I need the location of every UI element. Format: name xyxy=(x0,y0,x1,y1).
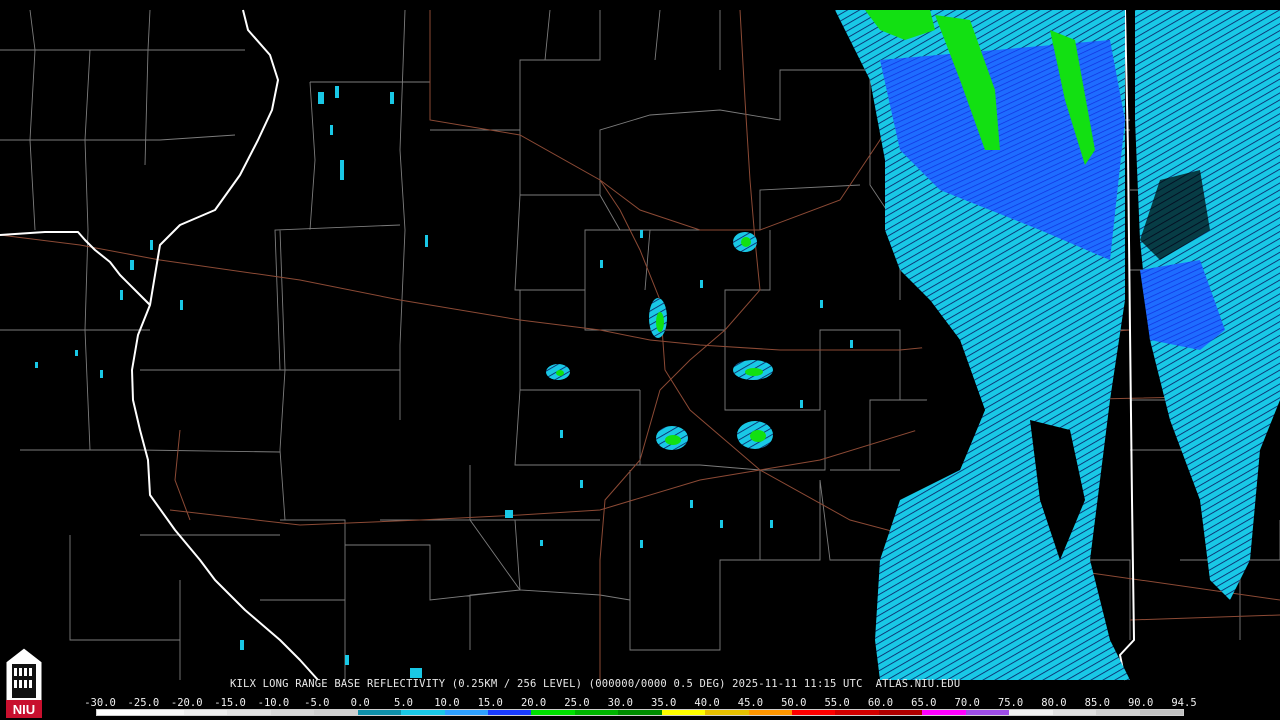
colorbar-label: -30.0 xyxy=(84,697,116,709)
colorbar-label: 45.0 xyxy=(737,697,764,709)
colorbar-label: 94.5 xyxy=(1171,697,1197,709)
colorbar-segment xyxy=(965,710,1010,715)
colorbar-label: 80.0 xyxy=(1041,697,1067,709)
colorbar-segment xyxy=(1096,710,1140,715)
colorbar-segment xyxy=(270,710,315,715)
colorbar-label: 65.0 xyxy=(911,697,937,709)
colorbar-segment xyxy=(97,710,141,715)
colorbar-label: 90.0 xyxy=(1127,697,1154,709)
colorbar-label: 35.0 xyxy=(651,697,677,709)
colorbar-label: 55.0 xyxy=(824,697,850,709)
colorbar-label: 60.0 xyxy=(867,697,894,709)
colorbar-segment xyxy=(574,710,619,715)
colorbar-label: 85.0 xyxy=(1084,697,1110,709)
colorbar-label: 0.0 xyxy=(350,697,370,709)
colorbar-label: 75.0 xyxy=(997,697,1024,709)
precipitation-echoes xyxy=(835,10,1280,680)
colorbar-segment xyxy=(1139,710,1183,715)
radar-map xyxy=(0,9,1280,681)
colorbar-label: 25.0 xyxy=(564,697,590,709)
reflectivity-colorbar xyxy=(96,709,1184,716)
colorbar-label: 10.0 xyxy=(434,697,460,709)
svg-text:NIU: NIU xyxy=(13,702,35,717)
colorbar-segment xyxy=(878,710,923,715)
colorbar-label: 30.0 xyxy=(607,697,633,709)
colorbar-segment xyxy=(792,710,836,715)
colorbar-segment xyxy=(140,710,184,715)
colorbar-segment xyxy=(227,710,271,715)
colorbar-label: 15.0 xyxy=(477,697,503,709)
colorbar-label: 5.0 xyxy=(394,697,413,709)
colorbar-segment xyxy=(618,710,662,715)
colorbar-segment xyxy=(314,710,358,715)
colorbar-segment xyxy=(1052,710,1097,715)
niu-logo: NIU xyxy=(5,647,43,718)
colorbar-segment xyxy=(444,710,488,715)
colorbar-label: 20.0 xyxy=(520,697,547,709)
colorbar-label: -25.0 xyxy=(127,697,160,709)
ground-clutter xyxy=(35,86,853,678)
colorbar-segment xyxy=(661,710,706,715)
colorbar-segment xyxy=(748,710,792,715)
colorbar-labels: -30.0 -25.0 -20.0 -15.0 -10.0 -5.0 0.0 5.0 10.0 1… xyxy=(84,697,1202,709)
colorbar-segment xyxy=(531,710,575,715)
colorbar-label: -10.0 xyxy=(257,697,290,709)
colorbar-label: 40.0 xyxy=(694,697,720,709)
colorbar-segment xyxy=(357,710,402,715)
colorbar-label: -15.0 xyxy=(214,697,246,709)
product-caption: KILX LONG RANGE BASE REFLECTIVITY (0.25K… xyxy=(230,678,961,690)
colorbar-segment xyxy=(487,710,532,715)
colorbar-label: 70.0 xyxy=(954,697,980,709)
colorbar-segment xyxy=(705,710,749,715)
colorbar-segment xyxy=(922,710,966,715)
colorbar-segment xyxy=(1009,710,1053,715)
colorbar-label: -5.0 xyxy=(304,697,330,709)
colorbar-segment xyxy=(183,710,228,715)
colorbar-segment xyxy=(835,710,879,715)
colorbar-segment xyxy=(401,710,445,715)
colorbar-label: 50.0 xyxy=(781,697,807,709)
colorbar-label: -20.0 xyxy=(170,697,203,709)
